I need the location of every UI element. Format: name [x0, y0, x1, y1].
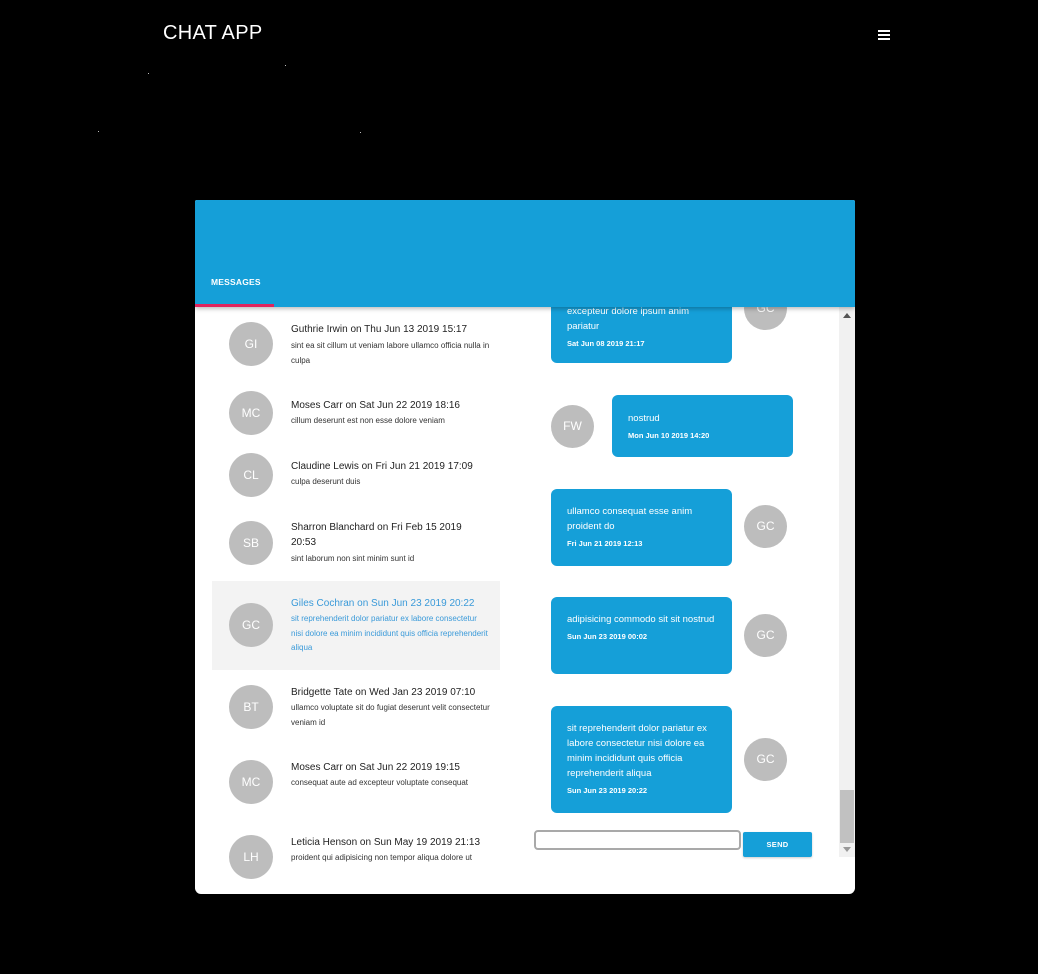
- send-button[interactable]: SEND: [743, 832, 812, 857]
- conversation-item[interactable]: GI Guthrie Irwin on Thu Jun 13 2019 15:1…: [212, 312, 500, 377]
- conversation-list: GI Guthrie Irwin on Thu Jun 13 2019 15:1…: [195, 307, 515, 894]
- conversation-snippet: sint ea sit cillum ut veniam labore ulla…: [291, 341, 490, 365]
- conversation-item[interactable]: CL Claudine Lewis on Fri Jun 21 2019 17:…: [212, 447, 500, 502]
- message-input[interactable]: [534, 830, 741, 850]
- conversation-title: Giles Cochran on Sun Jun 23 2019 20:22: [291, 598, 475, 609]
- message-time: Sat Jun 08 2019 21:17: [567, 339, 645, 348]
- avatar: MC: [229, 391, 273, 435]
- decorative-dot: [148, 73, 149, 74]
- chat-card: MESSAGES GI Guthrie Irwin on Thu Jun 13 …: [195, 200, 855, 894]
- conversation-item[interactable]: BT Bridgette Tate on Wed Jan 23 2019 07:…: [212, 677, 500, 737]
- conversation-snippet: cillum deserunt est non esse dolore veni…: [291, 416, 445, 425]
- avatar: GC: [229, 603, 273, 647]
- avatar: MC: [229, 760, 273, 804]
- conversation-title: Sharron Blanchard on Fri Feb 15 2019 20:…: [291, 522, 462, 548]
- conversation-snippet: sit reprehenderit dolor pariatur ex labo…: [291, 614, 488, 652]
- message-time: Fri Jun 21 2019 12:13: [567, 539, 643, 548]
- avatar: GC: [744, 505, 787, 548]
- conversation-title: Bridgette Tate on Wed Jan 23 2019 07:10: [291, 687, 476, 698]
- decorative-dot: [360, 132, 361, 133]
- conversation-title: Moses Carr on Sat Jun 22 2019 18:16: [291, 400, 460, 411]
- conversation-snippet: culpa deserunt duis: [291, 477, 361, 486]
- conversation-item[interactable]: LH Leticia Henson on Sun May 19 2019 21:…: [212, 828, 500, 888]
- message-time: Mon Jun 10 2019 14:20: [628, 431, 710, 440]
- avatar: LH: [229, 835, 273, 879]
- message-text: nostrud: [628, 413, 660, 424]
- scroll-down-arrow-icon[interactable]: [843, 847, 851, 852]
- conversation-item-active[interactable]: GC Giles Cochran on Sun Jun 23 2019 20:2…: [212, 581, 500, 670]
- avatar: GC: [744, 614, 787, 657]
- conversation-snippet: consequat aute ad excepteur voluptate co…: [291, 778, 469, 787]
- chat-panel: excepteur dolore ipsum anim pariatur Sat…: [515, 287, 855, 894]
- message-time: Sun Jun 23 2019 20:22: [567, 786, 648, 795]
- app-title: CHAT APP: [163, 22, 263, 44]
- tab-indicator: [195, 304, 274, 307]
- message-text: ullamco consequat esse anim proident do: [567, 506, 693, 532]
- decorative-dot: [285, 65, 286, 66]
- conversation-item[interactable]: MC Moses Carr on Sat Jun 22 2019 18:16 c…: [212, 385, 500, 440]
- avatar: BT: [229, 685, 273, 729]
- conversation-title: Leticia Henson on Sun May 19 2019 21:13: [291, 837, 481, 848]
- message-bubble: ullamco consequat esse anim proident do …: [551, 489, 732, 566]
- conversation-snippet: proident qui adipisicing non tempor aliq…: [291, 853, 473, 862]
- avatar: CL: [229, 453, 273, 497]
- avatar: FW: [551, 405, 594, 448]
- avatar: GC: [744, 738, 787, 781]
- conversation-item[interactable]: MC Moses Carr on Sat Jun 22 2019 19:15 c…: [212, 753, 500, 813]
- conversation-title: Claudine Lewis on Fri Jun 21 2019 17:09: [291, 461, 473, 472]
- hamburger-menu-icon[interactable]: [876, 28, 892, 42]
- conversation-snippet: sint laborum non sint minim sunt id: [291, 554, 415, 563]
- conversation-item[interactable]: SB Sharron Blanchard on Fri Feb 15 2019 …: [212, 509, 500, 575]
- message-bubble: sit reprehenderit dolor pariatur ex labo…: [551, 706, 732, 813]
- chat-scrollbar[interactable]: [839, 307, 855, 857]
- card-header: MESSAGES: [195, 200, 855, 307]
- message-bubble: adipisicing commodo sit sit nostrud Sun …: [551, 597, 732, 674]
- avatar: SB: [229, 521, 273, 565]
- message-text: sit reprehenderit dolor pariatur ex labo…: [567, 723, 707, 779]
- scroll-thumb[interactable]: [840, 790, 854, 843]
- scroll-up-arrow-icon[interactable]: [843, 313, 851, 318]
- tab-messages-label: MESSAGES: [211, 277, 261, 287]
- message-time: Sun Jun 23 2019 00:02: [567, 632, 648, 641]
- message-bubble: nostrud Mon Jun 10 2019 14:20: [612, 395, 793, 457]
- message-text: adipisicing commodo sit sit nostrud: [567, 614, 715, 625]
- tab-messages[interactable]: MESSAGES: [195, 268, 274, 307]
- conversation-snippet: ullamco voluptate sit do fugiat deserunt…: [291, 703, 490, 727]
- message-text: excepteur dolore ipsum anim pariatur: [567, 306, 689, 332]
- avatar: GI: [229, 322, 273, 366]
- conversation-title: Moses Carr on Sat Jun 22 2019 19:15: [291, 762, 460, 773]
- decorative-dot: [98, 131, 99, 132]
- conversation-title: Guthrie Irwin on Thu Jun 13 2019 15:17: [291, 324, 468, 335]
